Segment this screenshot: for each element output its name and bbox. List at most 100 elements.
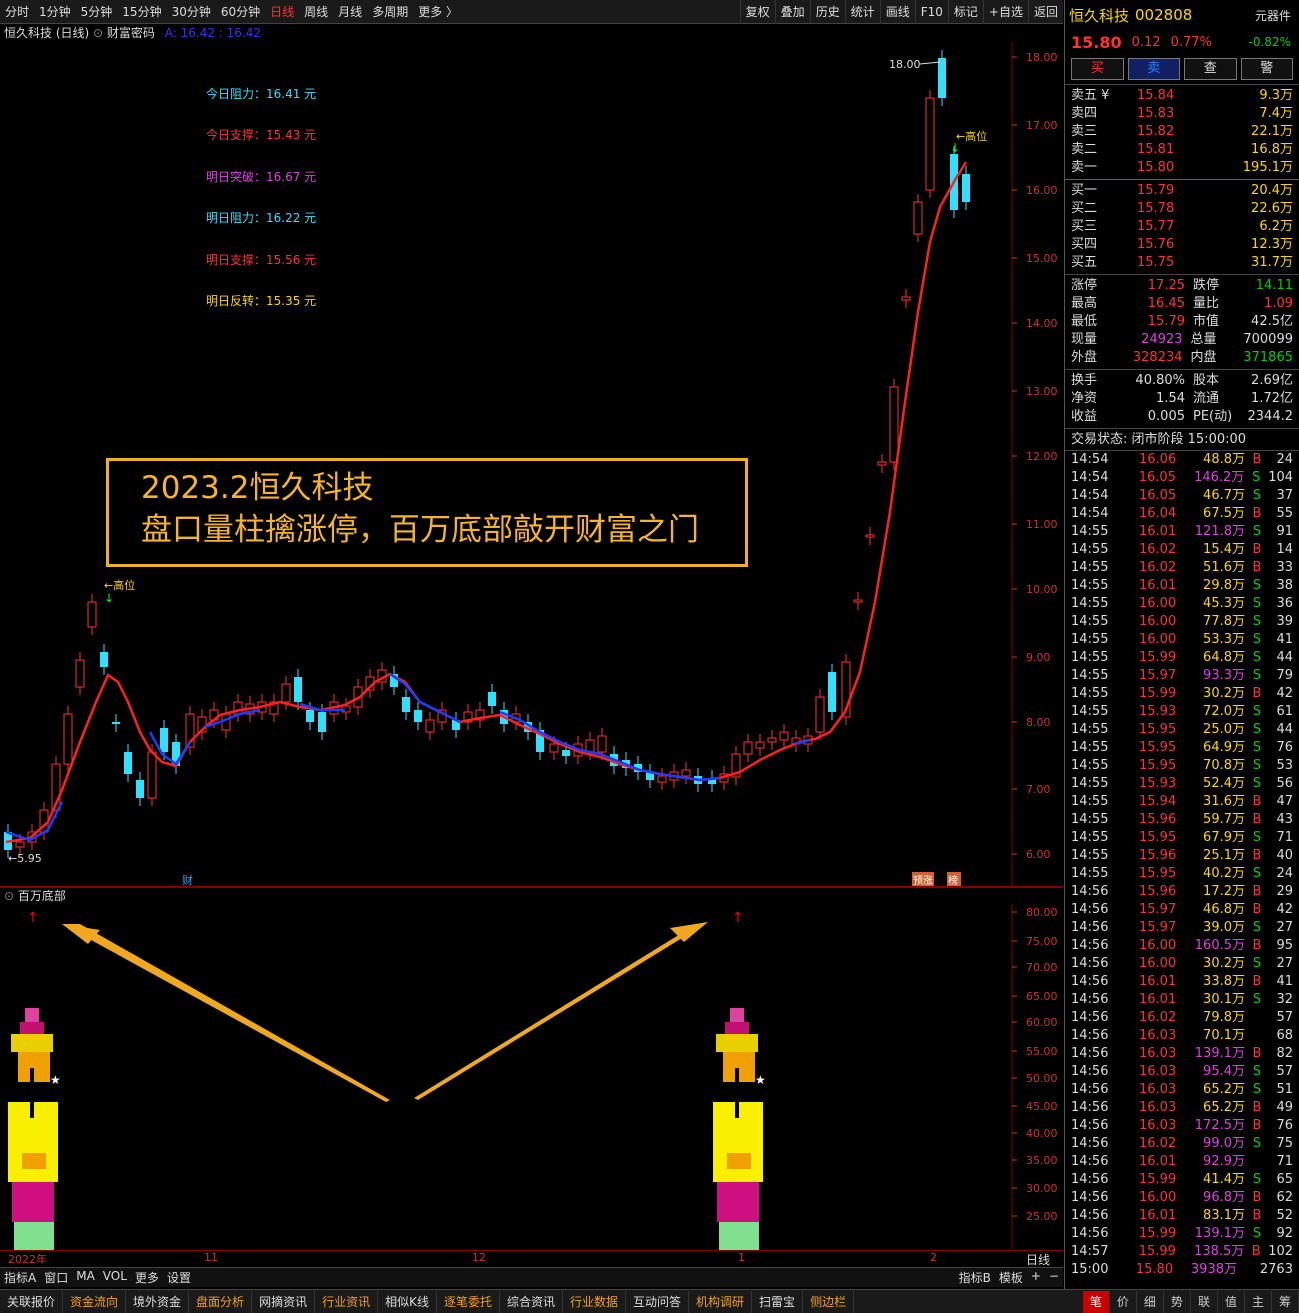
period-tab[interactable]: 月线	[333, 0, 367, 24]
panel-tab[interactable]: 价	[1110, 1290, 1137, 1313]
panel-tab[interactable]: 值	[1218, 1290, 1245, 1313]
bottom-tab[interactable]: 关联报价	[0, 1290, 64, 1313]
trade-button[interactable]: 查	[1184, 58, 1237, 80]
indicator-button[interactable]: +	[1027, 1269, 1045, 1286]
bottom-tab[interactable]: 行业资讯	[315, 1290, 379, 1313]
tick-time: 14:55	[1071, 740, 1109, 755]
tick-price: 15.99	[1139, 650, 1177, 665]
tick-time: 14:54	[1071, 506, 1109, 521]
bottom-tab[interactable]: 行业数据	[563, 1290, 627, 1313]
period-toolbar: 分时 1分钟 5分钟 15分钟 30分钟 60分钟 日线 周线 月线 多周期 更多 〉 复权 叠加 历史…	[0, 0, 1063, 24]
indicator-button[interactable]: 模板	[995, 1269, 1027, 1286]
indicator-button[interactable]: −	[1045, 1269, 1063, 1286]
toolbar-button[interactable]: 统计	[844, 0, 880, 24]
tick-count: 75	[1276, 1136, 1293, 1151]
bottom-tab[interactable]: 侧边栏	[803, 1290, 855, 1313]
bottom-tab[interactable]: 扫雷宝	[752, 1290, 804, 1313]
indicator-button[interactable]: 窗口	[40, 1269, 72, 1286]
tick-row: 15:00 15.80 3938万 2763	[1071, 1261, 1293, 1279]
toolbar-button[interactable]: 复权	[739, 0, 775, 24]
sub-indicator-name[interactable]: 百万底部	[18, 889, 66, 903]
tick-volume: 45.3万	[1203, 596, 1245, 611]
tick-row: 14:56 15.99 41.4万 S 65	[1071, 1171, 1293, 1189]
tick-volume: 93.3万	[1203, 668, 1245, 683]
indicator-button[interactable]: MA	[72, 1269, 99, 1286]
toolbar-button[interactable]: +自选	[982, 0, 1028, 24]
panel-tab[interactable]: 筹	[1272, 1290, 1299, 1313]
tick-time: 14:55	[1071, 578, 1109, 593]
bottom-tab[interactable]: 网摘资讯	[252, 1290, 316, 1313]
bottom-indicator-chart[interactable]: 80.00 75.00 70.00 65.00 60.00 55.00 50.00 45.00…	[0, 904, 1063, 1250]
panel-tab[interactable]: 笔	[1082, 1290, 1110, 1313]
sector-tag[interactable]: 元器件	[1255, 7, 1291, 24]
bottom-tab[interactable]: 相似K线	[378, 1290, 437, 1313]
tick-price: 16.05	[1139, 488, 1177, 503]
bottom-tab[interactable]: 境外资金	[126, 1290, 190, 1313]
tick-price: 16.04	[1139, 506, 1177, 521]
tick-volume: 53.3万	[1203, 632, 1245, 647]
dropdown-icon[interactable]: ⊙	[93, 26, 103, 40]
order-book-row: 买一 15.79 20.4万	[1071, 182, 1293, 200]
tick-volume: 67.5万	[1203, 506, 1245, 521]
period-tab[interactable]: 周线	[299, 0, 333, 24]
stat-label: 外盘	[1071, 350, 1098, 365]
tick-row: 14:55 16.00 45.3万 S 36	[1071, 595, 1293, 613]
toolbar-button[interactable]: 标记	[947, 0, 983, 24]
svg-text:★: ★	[50, 1073, 61, 1087]
period-tab[interactable]: 日线	[265, 0, 299, 24]
trade-button[interactable]: 卖	[1127, 58, 1180, 80]
bottom-tab[interactable]: 资金流向	[63, 1290, 127, 1313]
toolbar-button[interactable]: 返回	[1027, 0, 1063, 24]
pre-rise-marker: 预涨	[913, 875, 933, 886]
toolbar-button[interactable]: F10	[914, 0, 948, 24]
stat-label: 涨停	[1071, 278, 1098, 293]
tick-row: 14:55 16.02 15.4万 B 14	[1071, 541, 1293, 559]
bottom-tab[interactable]: 互动问答	[626, 1290, 690, 1313]
period-tab[interactable]: 60分钟	[216, 0, 265, 24]
indicator-button[interactable]: 指标B	[955, 1269, 995, 1286]
low-price-label: ←5.95	[8, 852, 42, 865]
period-tab[interactable]: 1分钟	[34, 0, 76, 24]
toolbar-button[interactable]: 历史	[809, 0, 845, 24]
indicator-button[interactable]: VOL	[99, 1269, 131, 1286]
tick-time: 14:56	[1071, 920, 1109, 935]
indicator-button[interactable]: 设置	[163, 1269, 195, 1286]
stock-code: 002808	[1135, 6, 1193, 24]
trade-button[interactable]: 警	[1240, 58, 1293, 80]
price-tick: 17.00	[1026, 119, 1058, 132]
candle	[597, 735, 607, 753]
indicator-button[interactable]: 指标A	[0, 1269, 40, 1286]
panel-tab[interactable]: 联	[1191, 1290, 1218, 1313]
period-tab[interactable]: 15分钟	[117, 0, 166, 24]
period-tab[interactable]: 5分钟	[76, 0, 118, 24]
indicator-name[interactable]: 财富密码	[107, 26, 155, 40]
bottom-tab[interactable]: 机构调研	[689, 1290, 753, 1313]
stat-label: 股本	[1193, 373, 1220, 388]
tick-price: 16.03	[1139, 1100, 1177, 1115]
tick-count: 2763	[1259, 1262, 1293, 1277]
period-tab[interactable]: 分时	[0, 0, 34, 24]
tick-volume: 59.7万	[1203, 812, 1245, 827]
stat-value: 42.5亿	[1251, 314, 1293, 329]
panel-tab[interactable]: 主	[1245, 1290, 1272, 1313]
stock-name: 恒久科技	[1069, 6, 1130, 25]
tick-volume: 41.4万	[1203, 1172, 1245, 1187]
toolbar-button[interactable]: 叠加	[774, 0, 810, 24]
dropdown-icon[interactable]: ⊙	[4, 889, 14, 903]
panel-tab[interactable]: 势	[1164, 1290, 1191, 1313]
bottom-tab[interactable]: 综合资讯	[500, 1290, 563, 1313]
price-tick: 16.00	[1026, 184, 1058, 197]
toolbar-button[interactable]: 画线	[879, 0, 915, 24]
trade-button[interactable]: 买	[1071, 58, 1124, 80]
tick-volume: 40.2万	[1203, 866, 1245, 881]
bottom-tab[interactable]: 盘面分析	[189, 1290, 253, 1313]
period-indicator[interactable]: 日线	[1013, 1250, 1063, 1267]
period-tab[interactable]: 30分钟	[167, 0, 216, 24]
indicator-button[interactable]: 更多	[131, 1269, 163, 1286]
tick-count: 33	[1276, 560, 1293, 575]
bottom-tab[interactable]: 逐笔委托	[437, 1290, 500, 1313]
period-tab[interactable]: 更多 〉	[413, 0, 463, 24]
tick-list[interactable]: 14:54 16.06 48.8万 B 24 14:54 16.05 146.2万 S 104 14…	[1065, 450, 1299, 1279]
period-tab[interactable]: 多周期	[367, 0, 413, 24]
panel-tab[interactable]: 细	[1137, 1290, 1164, 1313]
